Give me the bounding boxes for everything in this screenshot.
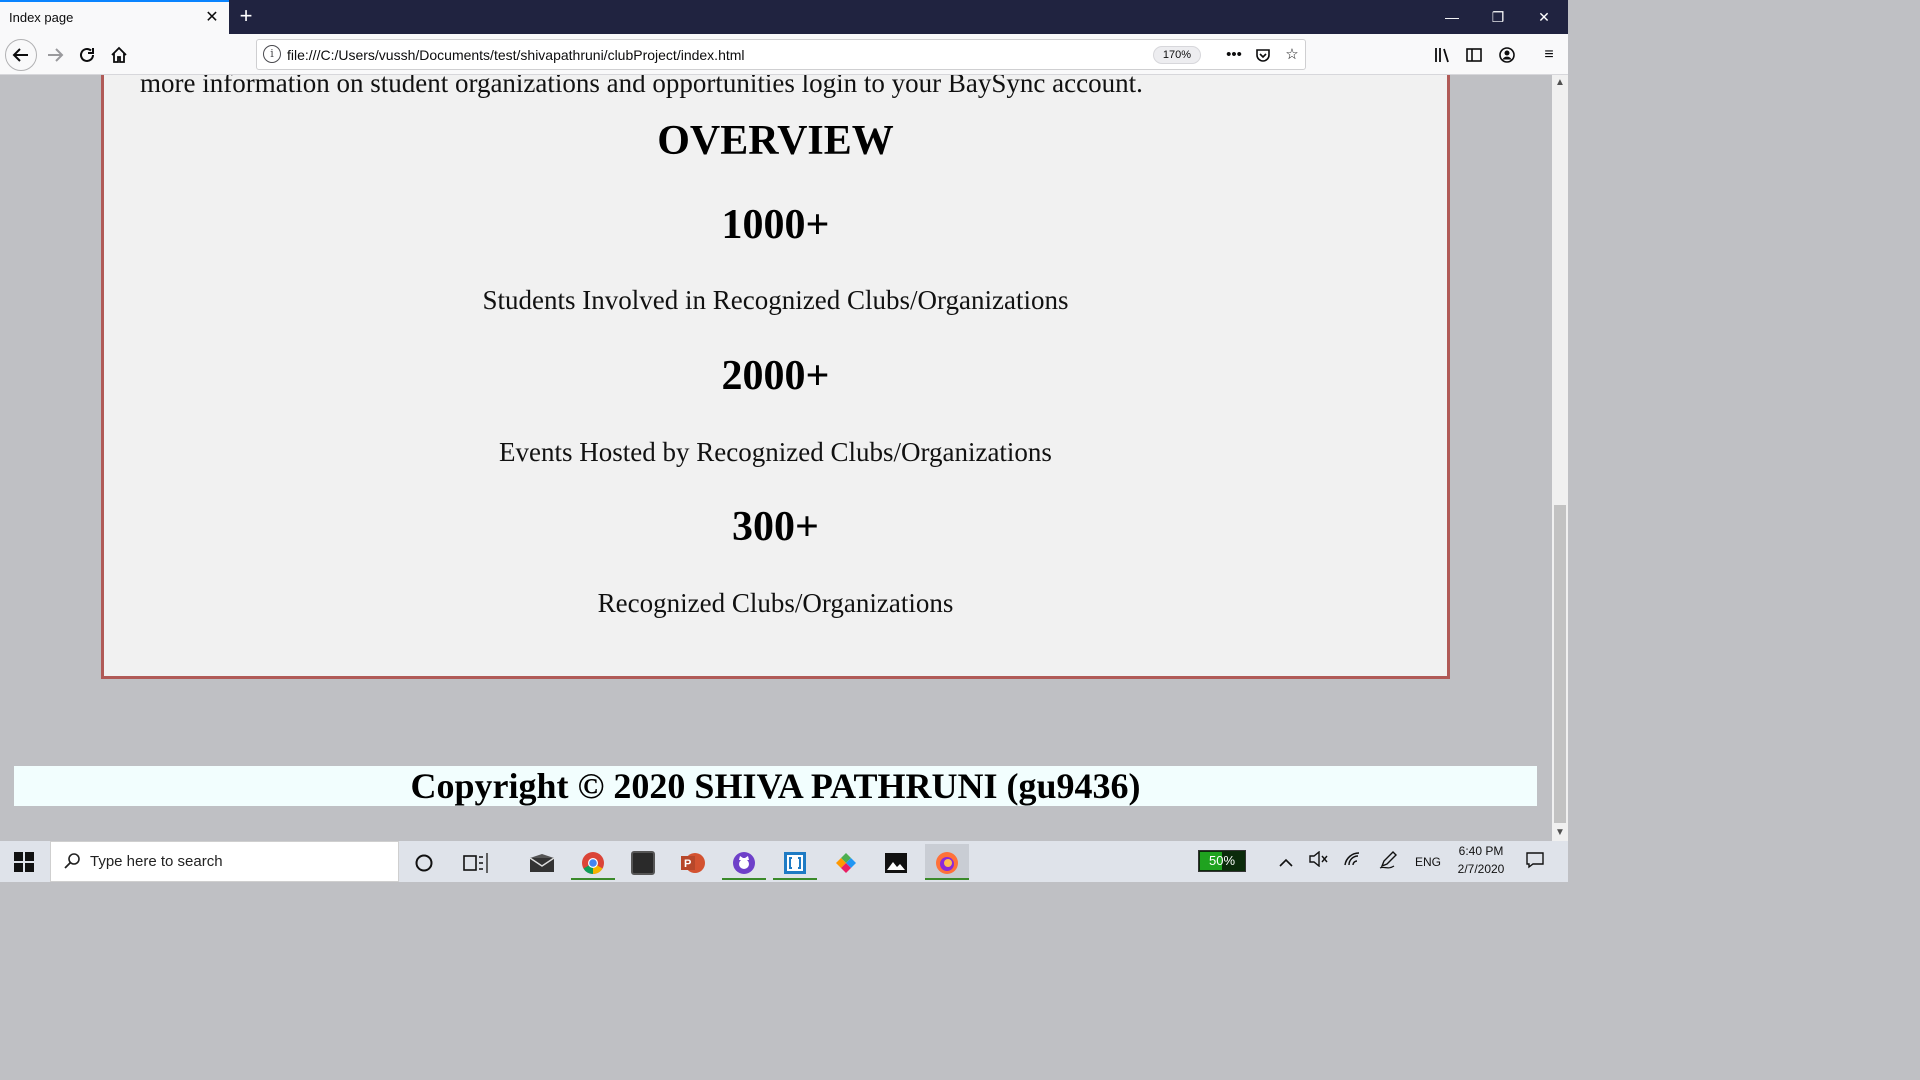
clock-time[interactable]: 6:40 PM	[1456, 844, 1506, 858]
tab-title: Index page	[9, 10, 74, 25]
language-indicator[interactable]: ENG	[1412, 851, 1444, 873]
clock-date[interactable]: 2/7/2020	[1452, 862, 1510, 876]
forward-arrow-icon[interactable]	[40, 40, 70, 70]
scroll-thumb[interactable]	[1554, 505, 1566, 823]
nav-toolbar: i file:///C:/Users/vussh/Documents/test/…	[0, 34, 1568, 75]
account-icon[interactable]	[1495, 43, 1519, 67]
info-icon[interactable]: i	[263, 45, 281, 63]
cortana-icon[interactable]	[402, 844, 446, 880]
windows-taskbar: Type here to search P 50% ENG 6:40 PM 2/…	[0, 841, 1568, 882]
page-viewport: more information on student organization…	[0, 75, 1552, 841]
speaker-muted-icon[interactable]	[1306, 850, 1330, 873]
pocket-icon[interactable]	[1252, 44, 1274, 66]
bookmark-star-icon[interactable]: ☆	[1281, 44, 1303, 66]
scroll-up-icon[interactable]: ▲	[1552, 75, 1568, 91]
paint-icon[interactable]	[824, 844, 868, 880]
back-arrow-icon[interactable]	[5, 39, 37, 71]
minimize-button[interactable]: —	[1437, 5, 1467, 29]
stat-number-students: 1000+	[721, 202, 830, 248]
menu-icon[interactable]: ≡	[1537, 43, 1561, 67]
firefox-icon[interactable]	[925, 844, 969, 880]
zoom-level-badge[interactable]: 170%	[1153, 46, 1201, 64]
github-icon[interactable]	[722, 844, 766, 880]
chrome-icon[interactable]	[571, 844, 615, 880]
powerpoint-icon[interactable]: P	[671, 844, 715, 880]
sidebar-icon[interactable]	[1462, 43, 1486, 67]
intro-text: more information on student organization…	[140, 75, 1143, 98]
battery-percent: 50%	[1208, 853, 1236, 868]
more-icon[interactable]: •••	[1223, 44, 1245, 66]
pen-icon[interactable]	[1377, 851, 1401, 873]
stat-number-events: 2000+	[721, 353, 830, 399]
scroll-down-icon[interactable]: ▼	[1552, 825, 1568, 841]
svg-text:P: P	[684, 858, 691, 870]
restore-button[interactable]: ❐	[1483, 5, 1513, 29]
start-button[interactable]	[0, 841, 48, 882]
stat-label-events: Events Hosted by Recognized Clubs/Organi…	[499, 437, 1052, 467]
tab-bar: Index page ✕ + — ❐ ✕	[0, 0, 1568, 34]
url-text[interactable]: file:///C:/Users/vussh/Documents/test/sh…	[287, 47, 745, 63]
library-icon[interactable]	[1430, 43, 1454, 67]
wifi-icon[interactable]	[1341, 851, 1365, 873]
notification-icon[interactable]	[1522, 851, 1548, 873]
browser-tab[interactable]: Index page ✕	[0, 0, 229, 34]
brackets-icon[interactable]	[773, 844, 817, 880]
chevron-up-icon[interactable]	[1276, 851, 1296, 873]
copyright-footer: Copyright © 2020 SHIVA PATHRUNI (gu9436)	[14, 766, 1537, 806]
app-icon[interactable]	[621, 844, 665, 880]
tab-close-icon[interactable]: ✕	[203, 8, 221, 28]
mail-icon[interactable]	[520, 844, 564, 880]
battery-indicator[interactable]: 50%	[1198, 850, 1246, 872]
search-placeholder: Type here to search	[90, 853, 223, 870]
url-bar[interactable]: i file:///C:/Users/vussh/Documents/test/…	[256, 39, 1306, 70]
taskbar-search[interactable]: Type here to search	[50, 841, 399, 882]
reload-icon[interactable]	[72, 40, 102, 70]
overview-heading: OVERVIEW	[657, 118, 894, 164]
close-window-button[interactable]: ✕	[1529, 5, 1559, 29]
stat-number-clubs: 300+	[732, 504, 819, 550]
overview-card: more information on student organization…	[101, 75, 1450, 679]
photos-icon[interactable]	[874, 844, 918, 880]
vertical-scrollbar[interactable]: ▲ ▼	[1552, 75, 1568, 841]
stat-label-clubs: Recognized Clubs/Organizations	[597, 588, 954, 618]
new-tab-button[interactable]: +	[236, 4, 256, 28]
taskbar-divider	[482, 844, 492, 880]
home-icon[interactable]	[104, 40, 134, 70]
search-icon	[63, 852, 81, 870]
stat-label-students: Students Involved in Recognized Clubs/Or…	[482, 285, 1069, 315]
